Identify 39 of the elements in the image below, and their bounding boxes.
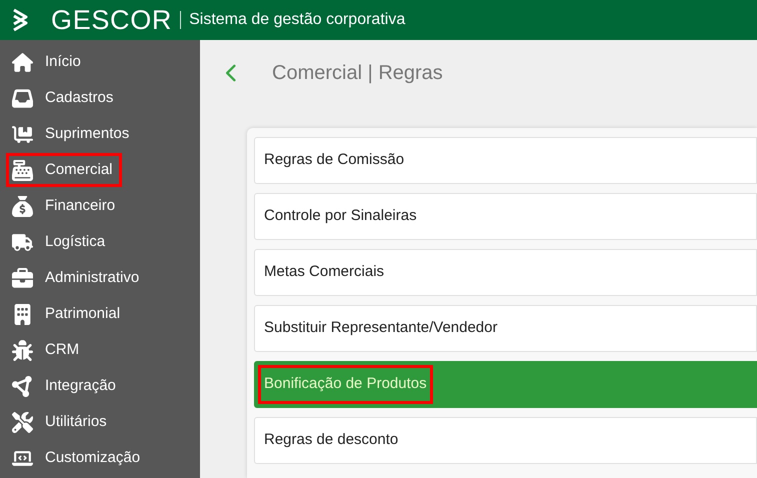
- house-icon: [12, 52, 33, 72]
- rule-label: Regras de desconto: [263, 430, 400, 450]
- money-bag-icon: [12, 196, 33, 216]
- cash-register-icon: [12, 160, 33, 180]
- rule-label: Metas Comerciais: [263, 262, 386, 282]
- sidebar-item[interactable]: Comercial: [6, 153, 122, 187]
- truck-icon: [12, 232, 33, 252]
- rule-item[interactable]: Substituir Representante/Vendedor: [254, 305, 757, 352]
- rule-item[interactable]: Regras de Comissão: [254, 137, 757, 184]
- sidebar-item[interactable]: Utilitários: [6, 405, 116, 439]
- tray-icon: [12, 88, 33, 108]
- page-title: Comercial | Regras: [272, 61, 443, 86]
- rule-item[interactable]: Regras de desconto: [254, 417, 757, 464]
- sidebar-item[interactable]: Integração: [6, 369, 125, 403]
- tools-icon: [12, 412, 33, 432]
- sidebar-item[interactable]: Cadastros: [6, 81, 122, 115]
- rule-label: Substituir Representante/Vendedor: [263, 318, 498, 338]
- bug-icon: [12, 340, 33, 360]
- cart-icon: [12, 124, 33, 144]
- sidebar-item[interactable]: CRM: [6, 333, 88, 367]
- sidebar-item[interactable]: Financeiro: [6, 189, 124, 223]
- sidebar-item[interactable]: Administrativo: [6, 261, 148, 295]
- nodes-icon: [12, 376, 33, 396]
- sidebar-item[interactable]: Logística: [6, 225, 114, 259]
- rule-item[interactable]: Controle por Sinaleiras: [254, 193, 757, 240]
- rule-label: Regras de Comissão: [263, 150, 406, 170]
- rule-label: Bonificação de Produtos: [258, 365, 433, 404]
- rule-label: Controle por Sinaleiras: [263, 206, 418, 226]
- back-icon[interactable]: [226, 62, 238, 84]
- logo-icon: [11, 8, 29, 32]
- rule-item[interactable]: Metas Comerciais: [254, 249, 757, 296]
- sidebar-item[interactable]: Patrimonial: [6, 297, 130, 331]
- sidebar-item[interactable]: Suprimentos: [6, 117, 138, 151]
- sidebar-item[interactable]: Customização: [6, 441, 150, 475]
- sidebar-item[interactable]: Início: [6, 45, 90, 79]
- app-subtitle: Sistema de gestão corporativa: [189, 12, 406, 28]
- brand-name: GESCOR: [51, 6, 172, 34]
- briefcase-icon: [12, 268, 33, 288]
- building-icon: [12, 304, 33, 324]
